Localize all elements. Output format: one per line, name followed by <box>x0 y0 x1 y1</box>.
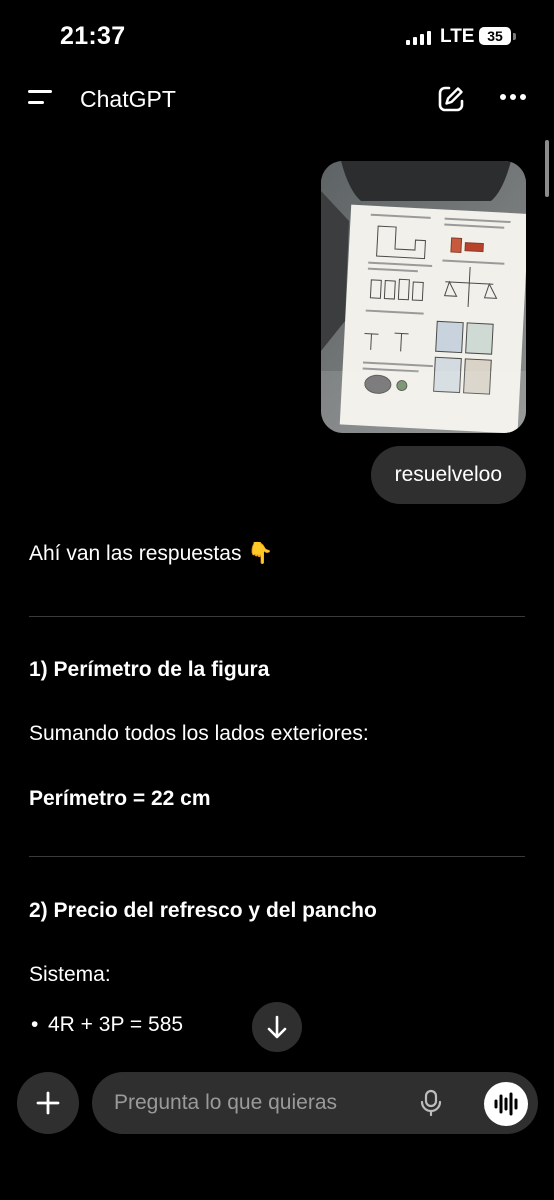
battery-icon: 35 <box>479 27 511 45</box>
new-chat-icon[interactable] <box>436 84 466 114</box>
section-title-2: 2) Precio del refresco y del pancho <box>29 899 377 922</box>
section-text-2: Sistema: <box>29 963 111 986</box>
voice-mode-button[interactable] <box>484 1082 528 1126</box>
waveform-icon <box>494 1092 518 1116</box>
status-time: 21:37 <box>60 22 126 50</box>
divider <box>29 856 525 857</box>
more-icon[interactable] <box>500 94 526 100</box>
scrollbar[interactable] <box>545 140 549 197</box>
message-input[interactable]: Pregunta lo que quieras <box>92 1072 538 1134</box>
scroll-down-button[interactable] <box>252 1002 302 1052</box>
network-label: LTE <box>440 26 475 47</box>
user-message-bubble[interactable]: resuelveloo <box>370 446 526 504</box>
signal-icon <box>406 30 431 45</box>
app-title: ChatGPT <box>80 86 176 112</box>
section-result-1: Perímetro = 22 cm <box>29 787 211 810</box>
add-attachment-button[interactable] <box>17 1072 79 1134</box>
battery-tip <box>513 33 516 40</box>
input-placeholder: Pregunta lo que quieras <box>114 1091 337 1114</box>
app-header: ChatGPT <box>0 70 554 130</box>
arrow-down-icon <box>267 1015 287 1039</box>
status-bar: 21:37 LTE 35 <box>0 0 554 70</box>
section-text-1: Sumando todos los lados exteriores: <box>29 722 369 745</box>
divider <box>29 616 525 617</box>
assistant-intro: Ahí van las respuestas 👇 <box>29 542 274 565</box>
list-item: 4R + 3P = 585 <box>48 1013 184 1036</box>
section-title-1: 1) Perímetro de la figura <box>29 658 270 681</box>
microphone-icon[interactable] <box>419 1089 443 1117</box>
plus-icon <box>36 1091 60 1115</box>
menu-icon[interactable] <box>28 88 54 110</box>
attached-photo[interactable] <box>321 161 526 433</box>
list-bullet: • <box>31 1013 39 1036</box>
